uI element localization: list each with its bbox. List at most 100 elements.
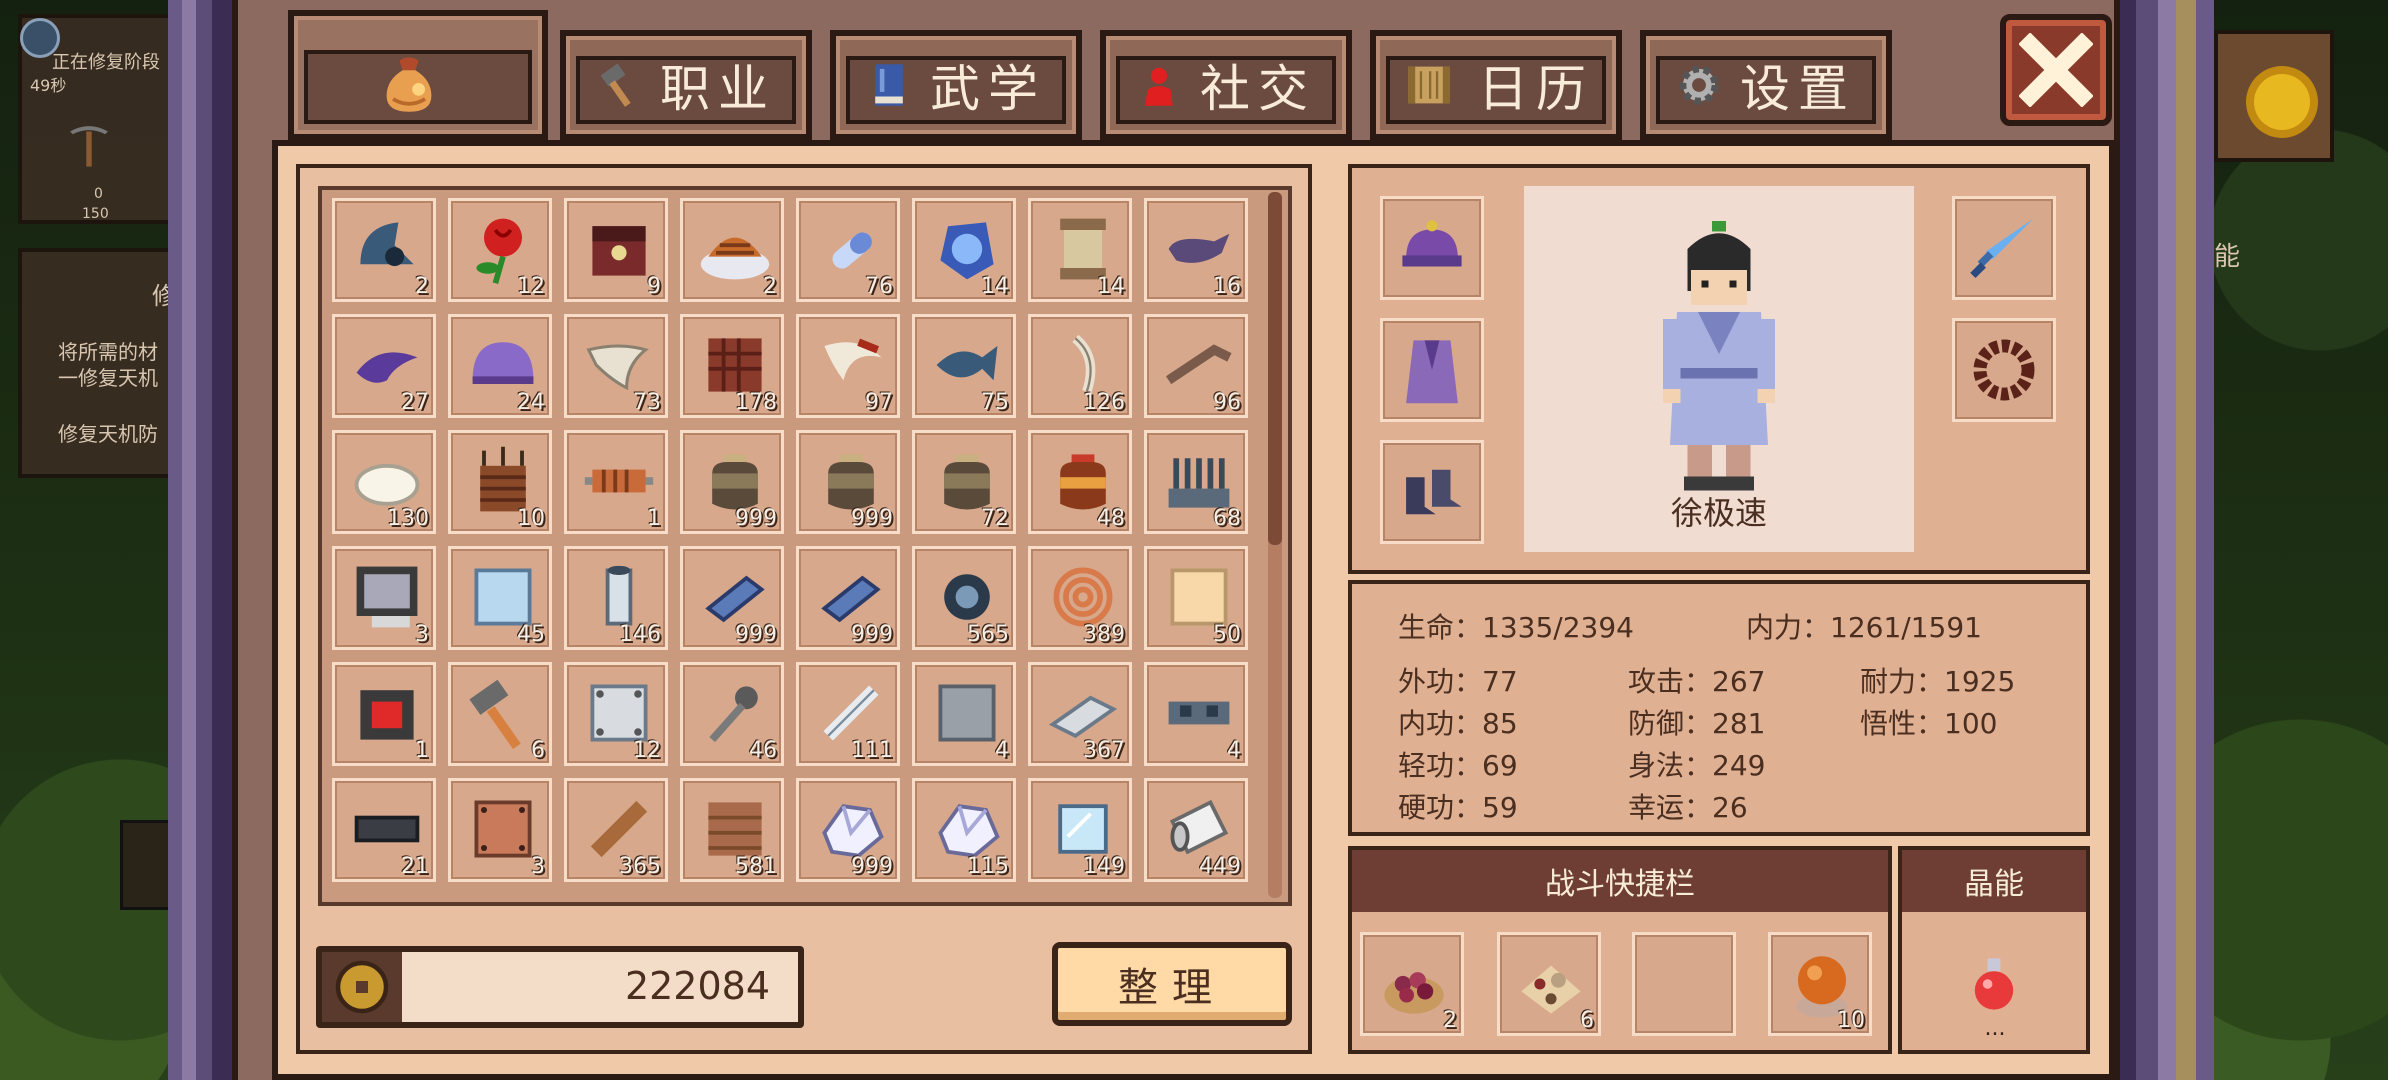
inventory-slot[interactable]: 16 (1144, 198, 1248, 302)
inventory-slot[interactable]: 111 (796, 662, 900, 766)
inventory-slot[interactable]: 6 (448, 662, 552, 766)
inventory-slot[interactable]: 178 (680, 314, 784, 418)
inventory-slot[interactable]: 14 (1028, 198, 1132, 302)
inventory-slot[interactable]: 96 (1144, 314, 1248, 418)
inventory-slot[interactable]: 12 (448, 198, 552, 302)
inventory-slot[interactable]: 1 (332, 662, 436, 766)
frame-pillar-left (168, 0, 234, 1080)
quickbar-slot-4[interactable]: 10 (1768, 932, 1872, 1036)
inventory-slot[interactable]: 999 (680, 430, 784, 534)
inventory-slot[interactable]: 565 (912, 546, 1016, 650)
prayer-beads-icon (1973, 339, 2035, 401)
inventory-slot[interactable]: 999 (796, 546, 900, 650)
book-icon (875, 64, 903, 106)
inventory-slot[interactable]: 146 (564, 546, 668, 650)
gray-square-icon (938, 684, 996, 742)
inventory-slot[interactable]: 389 (1028, 546, 1132, 650)
tab-inventory[interactable] (288, 10, 548, 140)
inventory-slot[interactable]: 365 (564, 778, 668, 882)
inventory-slot[interactable]: 9 (564, 198, 668, 302)
inventory-slot[interactable]: 449 (1144, 778, 1248, 882)
inventory-slot[interactable]: 4 (1144, 662, 1248, 766)
inventory-slot[interactable]: 581 (680, 778, 784, 882)
inventory-slot[interactable]: 14 (912, 198, 1016, 302)
inventory-slot[interactable]: 50 (1144, 546, 1248, 650)
crystal-slot[interactable] (1962, 952, 2034, 1024)
tab-profession[interactable]: 职业 (560, 30, 812, 140)
inventory-slot[interactable]: 72 (912, 430, 1016, 534)
inventory-slot[interactable]: 24 (448, 314, 552, 418)
tab-martial[interactable]: 武学 (830, 30, 1082, 140)
inventory-slot[interactable]: 2 (332, 198, 436, 302)
inventory-slot-count: 1 (647, 506, 661, 531)
inventory-slot-count: 72 (981, 506, 1009, 531)
sun-icon (2254, 74, 2310, 130)
inventory-slot[interactable]: 97 (796, 314, 900, 418)
character-sprite (1663, 221, 1775, 491)
inventory-slot[interactable]: 76 (796, 198, 900, 302)
inventory-slot-count: 111 (851, 738, 893, 763)
tab-social[interactable]: 社交 (1100, 30, 1352, 140)
inventory-slot-count: 367 (1083, 738, 1125, 763)
inventory-slot[interactable]: 1 (564, 430, 668, 534)
inventory-slot-count: 999 (735, 622, 777, 647)
inventory-slot[interactable]: 73 (564, 314, 668, 418)
bg-count-0: 0 (94, 186, 103, 202)
inventory-slot[interactable]: 999 (680, 546, 784, 650)
quickbar-slot-1[interactable]: 2 (1360, 932, 1464, 1036)
inventory-slot[interactable]: 75 (912, 314, 1016, 418)
equip-slot-body[interactable] (1380, 318, 1484, 422)
inventory-slot[interactable]: 115 (912, 778, 1016, 882)
spool-icon (584, 469, 654, 493)
stat-hp: 生命：1335/2394 (1398, 611, 1634, 644)
close-button[interactable] (2000, 14, 2112, 126)
inventory-slot-count: 389 (1083, 622, 1125, 647)
inventory-slot[interactable]: 12 (564, 662, 668, 766)
sort-button[interactable]: 整理 (1052, 942, 1292, 1026)
inventory-slot[interactable]: 149 (1028, 778, 1132, 882)
inventory-slot[interactable]: 10 (448, 430, 552, 534)
quickbar-count-1: 2 (1443, 1008, 1457, 1033)
bg-status-text: 正在修复阶段 (52, 52, 160, 73)
inventory-slot[interactable]: 3 (448, 778, 552, 882)
inventory-slot[interactable]: 999 (796, 778, 900, 882)
inventory-slot[interactable]: 3 (332, 546, 436, 650)
inventory-slot-count: 12 (633, 738, 661, 763)
money-bag-icon (386, 57, 432, 112)
inventory-slot-count: 76 (865, 274, 893, 299)
inventory-slot[interactable]: 2 (680, 198, 784, 302)
money-coin-box (322, 952, 402, 1022)
inventory-slot-count: 4 (1227, 738, 1241, 763)
inventory-slot-count: 178 (735, 390, 777, 415)
inventory-slot[interactable]: 367 (1028, 662, 1132, 766)
inventory-slot[interactable]: 68 (1144, 430, 1248, 534)
inventory-slot[interactable]: 48 (1028, 430, 1132, 534)
equip-slot-accessory[interactable] (1952, 318, 2056, 422)
inventory-slot[interactable]: 27 (332, 314, 436, 418)
tab-calendar[interactable]: 日历 (1370, 30, 1622, 140)
hammer-tool-icon (469, 679, 521, 750)
inventory-slot-count: 3 (415, 622, 429, 647)
boots-icon (1406, 469, 1462, 515)
equip-slot-weapon[interactable] (1952, 196, 2056, 300)
inventory-slot[interactable]: 130 (332, 430, 436, 534)
tab-social-label: 社交 (1200, 60, 1316, 118)
tab-settings[interactable]: 设置 (1640, 30, 1892, 140)
inventory-slot-count: 126 (1083, 390, 1125, 415)
chest-icon (592, 226, 646, 276)
meat-dish-icon (700, 237, 770, 280)
equip-slot-feet[interactable] (1380, 440, 1484, 544)
inventory-scrollbar-thumb[interactable] (1268, 192, 1282, 545)
equip-slot-head[interactable] (1380, 196, 1484, 300)
inventory-slot[interactable]: 46 (680, 662, 784, 766)
inventory-slot[interactable]: 4 (912, 662, 1016, 766)
hammer-icon (600, 63, 631, 107)
inventory-slot[interactable]: 21 (332, 778, 436, 882)
quickbar-slot-2[interactable]: 6 (1497, 932, 1601, 1036)
quickbar-slot-3[interactable] (1632, 932, 1736, 1036)
inventory-slot[interactable]: 999 (796, 430, 900, 534)
inventory-slot[interactable]: 45 (448, 546, 552, 650)
inventory-slot-count: 365 (619, 854, 661, 879)
bg-info-line3: 修复天机防 (58, 422, 158, 446)
inventory-slot[interactable]: 126 (1028, 314, 1132, 418)
